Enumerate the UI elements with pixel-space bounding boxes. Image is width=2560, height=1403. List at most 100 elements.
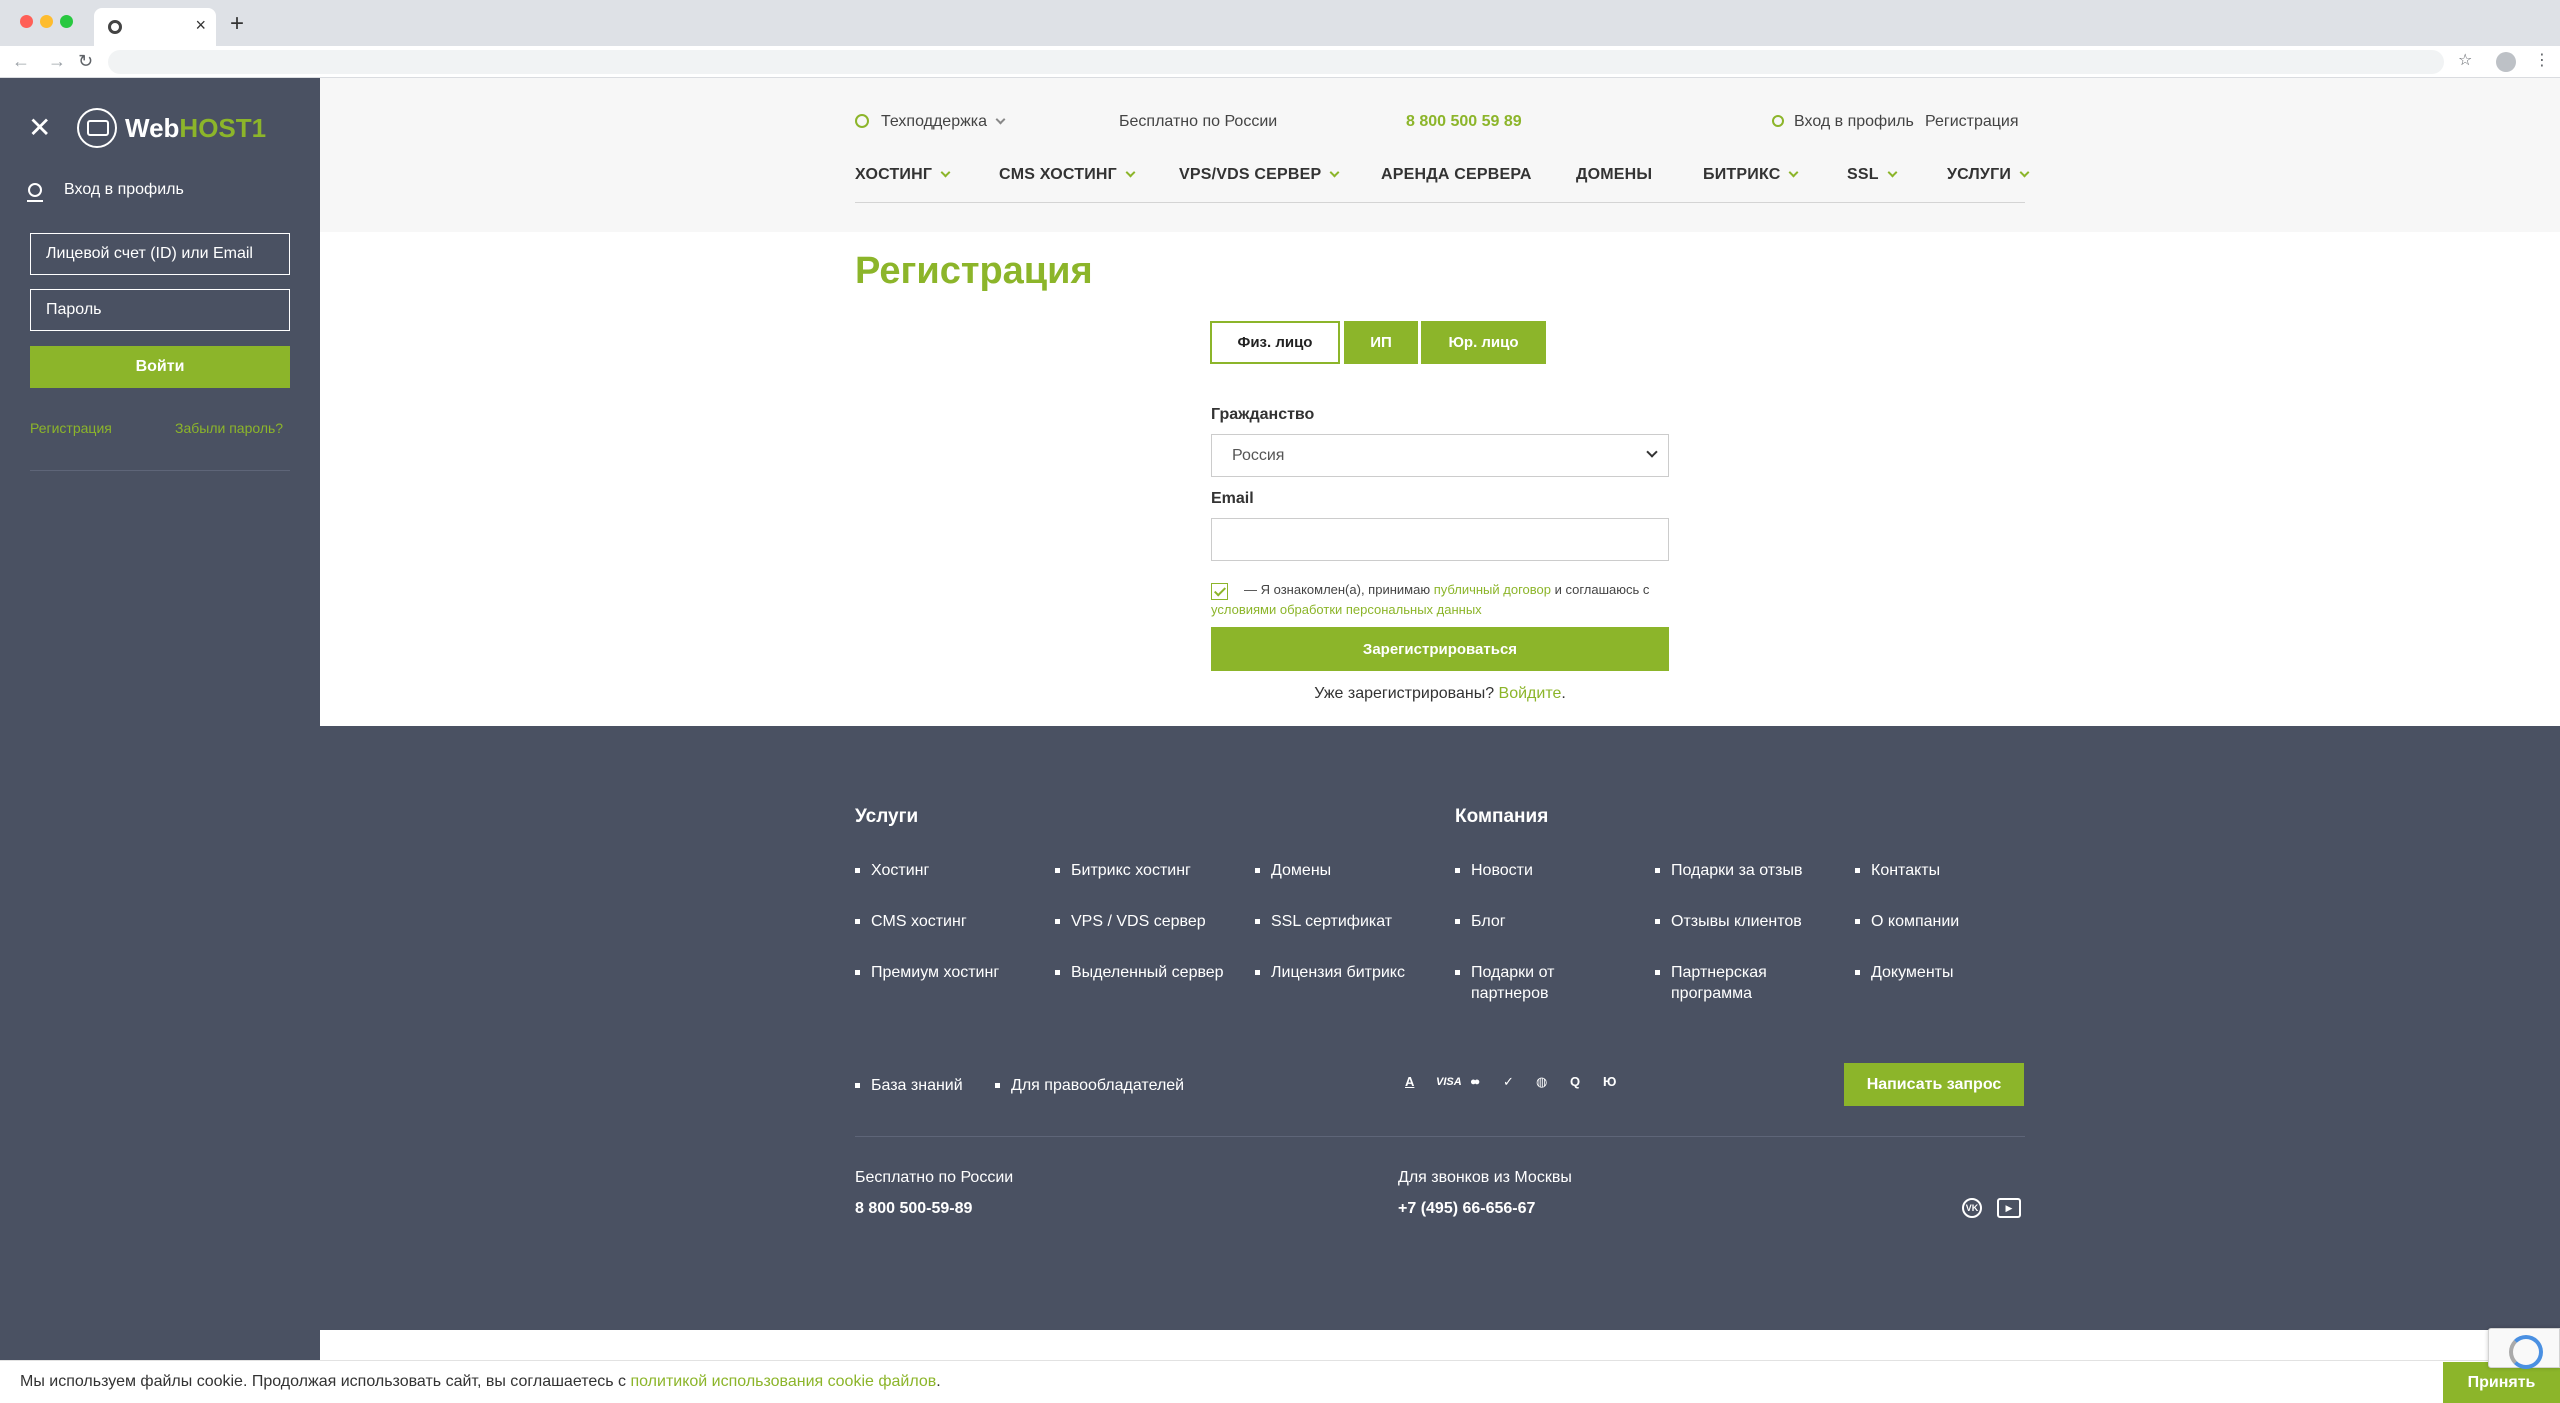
- forgot-password-link[interactable]: Забыли пароль?: [175, 420, 283, 436]
- footer-link[interactable]: Хостинг: [855, 860, 929, 881]
- sberbank-icon: ✓: [1503, 1074, 1514, 1089]
- chevron-down-icon: [2019, 167, 2030, 178]
- page-title: Регистрация: [855, 250, 1093, 292]
- menu-hosting[interactable]: ХОСТИНГ: [855, 165, 951, 185]
- cookie-text: Мы используем файлы cookie. Продолжая ис…: [20, 1373, 941, 1390]
- footer-free-phone[interactable]: 8 800 500-59-89: [855, 1200, 972, 1218]
- menu-vps[interactable]: VPS/VDS СЕРВЕР: [1179, 165, 1340, 185]
- footer-link[interactable]: Документы: [1855, 962, 1953, 983]
- email-label: Email: [1211, 490, 1254, 507]
- footer-link[interactable]: Битрикс хостинг: [1055, 860, 1191, 881]
- chevron-down-icon: [1329, 167, 1340, 178]
- favicon-icon: [108, 20, 122, 34]
- public-contract-link[interactable]: публичный договор: [1434, 582, 1551, 597]
- agree-text: — Я ознакомлен(а), принимаю публичный до…: [1211, 582, 1650, 617]
- tab-close-icon[interactable]: ×: [195, 15, 206, 35]
- footer-link[interactable]: Премиум хостинг: [855, 962, 999, 983]
- forward-icon[interactable]: →: [48, 51, 66, 71]
- footer-divider: [855, 1136, 2025, 1137]
- sidebar-login-row[interactable]: Вход в профиль: [27, 178, 184, 202]
- header-phone[interactable]: 8 800 500 59 89: [1406, 112, 1522, 132]
- sidebar-login-label: Вход в профиль: [64, 181, 184, 198]
- footer-link[interactable]: Новости: [1455, 860, 1533, 881]
- maximize-window-icon[interactable]: [60, 15, 73, 28]
- site-header: Техподдержка Бесплатно по России 8 800 5…: [320, 78, 2560, 232]
- menu-cms-hosting[interactable]: CMS ХОСТИНГ: [999, 165, 1136, 185]
- tab-individual[interactable]: Физ. лицо: [1210, 321, 1340, 364]
- browser-tab[interactable]: ×: [94, 8, 216, 46]
- footer-rightholders-link[interactable]: Для правообладателей: [995, 1075, 1184, 1096]
- chevron-down-icon: [1887, 167, 1898, 178]
- logo[interactable]: WebHOST1: [125, 113, 266, 144]
- minimize-window-icon[interactable]: [40, 15, 53, 28]
- tab-ip[interactable]: ИП: [1344, 321, 1418, 364]
- footer-link[interactable]: Выделенный сервер: [1055, 962, 1224, 983]
- citizenship-value: Россия: [1232, 447, 1285, 464]
- reload-icon[interactable]: ↻: [78, 51, 93, 71]
- register-button[interactable]: Зарегистрироваться: [1211, 627, 1669, 671]
- header-login-link[interactable]: Вход в профиль: [1772, 112, 1914, 132]
- footer-link[interactable]: Подарки за отзыв: [1655, 860, 1802, 881]
- free-call-label: Бесплатно по России: [1119, 113, 1278, 130]
- cookie-accept-button[interactable]: Принять: [2443, 1362, 2560, 1403]
- alfa-bank-icon: A: [1405, 1074, 1415, 1089]
- cookie-policy-link[interactable]: политикой использования cookie файлов: [630, 1373, 936, 1390]
- login-button[interactable]: Войти: [30, 346, 290, 388]
- footer-link[interactable]: Блог: [1455, 911, 1506, 932]
- footer-link[interactable]: Лицензия битрикс: [1255, 962, 1405, 983]
- header-register-link[interactable]: Регистрация: [1925, 112, 2019, 132]
- write-request-button[interactable]: Написать запрос: [1844, 1063, 2024, 1106]
- tab-legal-entity[interactable]: Юр. лицо: [1421, 321, 1546, 364]
- logo-icon: [77, 108, 117, 148]
- footer-link[interactable]: Подарки от партнеров: [1455, 962, 1585, 1004]
- footer-services-heading: Услуги: [855, 806, 919, 827]
- menu-domains[interactable]: ДОМЕНЫ: [1576, 165, 1652, 185]
- new-tab-icon[interactable]: +: [230, 11, 244, 37]
- footer-link[interactable]: О компании: [1855, 911, 1959, 932]
- menu-bitrix[interactable]: БИТРИКС: [1703, 165, 1799, 185]
- footer-link[interactable]: Домены: [1255, 860, 1331, 881]
- user-pin-icon: [27, 183, 43, 202]
- menu-ssl[interactable]: SSL: [1847, 165, 1898, 185]
- cookie-banner: Мы используем файлы cookie. Продолжая ис…: [0, 1360, 2560, 1403]
- sidebar-register-link[interactable]: Регистрация: [30, 420, 112, 436]
- back-icon[interactable]: ←: [12, 51, 30, 71]
- footer-link[interactable]: Контакты: [1855, 860, 1940, 881]
- menu-server-rent[interactable]: АРЕНДА СЕРВЕРА: [1381, 165, 1532, 185]
- profile-avatar[interactable]: [2496, 52, 2516, 72]
- browser-tabstrip: × +: [0, 0, 2560, 46]
- chevron-down-icon: [1125, 167, 1136, 178]
- close-icon[interactable]: ✕: [28, 113, 51, 143]
- vk-icon[interactable]: VK: [1962, 1198, 1982, 1218]
- support-dropdown[interactable]: Техподдержка: [855, 112, 1006, 132]
- footer-link[interactable]: Отзывы клиентов: [1655, 911, 1802, 932]
- footer-moscow-label: Для звонков из Москвы: [1398, 1169, 1572, 1186]
- youtube-icon[interactable]: ▶: [1997, 1198, 2021, 1218]
- browser-toolbar: ← → ↻ ☆ ⋮: [0, 46, 2560, 78]
- chevron-down-icon: [940, 167, 951, 178]
- address-bar[interactable]: [108, 50, 2444, 74]
- footer-link[interactable]: CMS хостинг: [855, 911, 967, 932]
- footer-knowledge-link[interactable]: База знаний: [855, 1075, 963, 1096]
- footer-moscow-phone[interactable]: +7 (495) 66-656-67: [1398, 1200, 1535, 1218]
- footer-link[interactable]: SSL сертификат: [1255, 911, 1392, 932]
- citizenship-select[interactable]: Россия: [1211, 434, 1669, 477]
- recaptcha-badge[interactable]: [2488, 1328, 2560, 1369]
- close-window-icon[interactable]: [20, 15, 33, 28]
- chevron-down-icon: [1646, 446, 1658, 458]
- password-input[interactable]: [30, 289, 290, 331]
- browser-menu-icon[interactable]: ⋮: [2534, 51, 2550, 71]
- signin-link[interactable]: Войдите: [1499, 685, 1562, 702]
- clock-icon: [855, 114, 869, 128]
- sidebar-divider: [30, 470, 290, 471]
- email-field[interactable]: [1211, 518, 1669, 561]
- account-id-input[interactable]: [30, 233, 290, 275]
- menu-services[interactable]: УСЛУГИ: [1947, 165, 2030, 185]
- bookmark-star-icon[interactable]: ☆: [2458, 51, 2472, 71]
- footer-free-label: Бесплатно по России: [855, 1169, 1014, 1186]
- personal-data-link[interactable]: условиями обработки персональных данных: [1211, 602, 1482, 617]
- mastercard-icon: ●●: [1470, 1076, 1480, 1088]
- footer-link[interactable]: VPS / VDS сервер: [1055, 911, 1206, 932]
- site-footer: Услуги Компания Хостинг Битрикс хостинг …: [320, 726, 2560, 1330]
- footer-link[interactable]: Партнерская программа: [1655, 962, 1785, 1004]
